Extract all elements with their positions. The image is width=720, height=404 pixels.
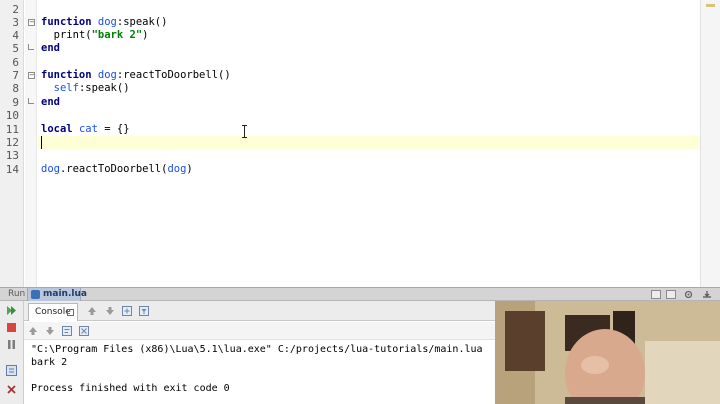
scroll-down-icon[interactable] bbox=[44, 325, 56, 337]
code-line[interactable]: local cat = {} bbox=[41, 123, 130, 136]
code-text: .reactToDoorbell( bbox=[59, 163, 168, 175]
keyword: function bbox=[41, 16, 92, 28]
line-number: 3 bbox=[12, 16, 19, 29]
line-number: 2 bbox=[12, 3, 19, 16]
line-number: 7 bbox=[12, 69, 19, 82]
self-keyword: self bbox=[53, 82, 79, 94]
down-arrow-icon[interactable] bbox=[104, 305, 116, 317]
line-number: 6 bbox=[12, 56, 19, 69]
code-line[interactable]: self:speak() bbox=[41, 82, 130, 95]
console-subtoolbar bbox=[24, 322, 495, 340]
close-icon[interactable] bbox=[5, 383, 18, 396]
console-output-line: bark 2 bbox=[31, 357, 68, 368]
code-line[interactable]: function dog:speak() bbox=[41, 16, 167, 29]
webcam-person-shirt bbox=[565, 397, 645, 404]
fold-end-icon[interactable] bbox=[28, 98, 34, 104]
run-toolbar bbox=[0, 301, 24, 404]
line-number: 9 bbox=[12, 96, 19, 109]
current-line-highlight bbox=[38, 136, 700, 149]
code-text: :reactToDoorbell() bbox=[116, 69, 231, 81]
identifier: dog bbox=[97, 69, 117, 81]
tab-console[interactable]: Console bbox=[28, 303, 78, 321]
print-icon[interactable] bbox=[78, 325, 90, 337]
webcam-shelf bbox=[505, 311, 545, 371]
settings-icon[interactable] bbox=[5, 364, 18, 377]
tab-console-label: Console bbox=[35, 307, 71, 317]
line-number-gutter: 2 3 4 5 6 7 8 9 10 11 12 13 14 bbox=[0, 0, 24, 287]
run-config-tab-label: main.lua bbox=[43, 289, 87, 299]
up-arrow-icon[interactable] bbox=[86, 305, 98, 317]
run-config-tab[interactable]: main.lua bbox=[27, 288, 87, 301]
line-number: 5 bbox=[12, 42, 19, 55]
console-output-line: "C:\Program Files (x86)\Lua\5.1\lua.exe"… bbox=[31, 344, 483, 355]
line-number: 14 bbox=[5, 163, 19, 176]
code-editor[interactable]: 2 3 4 5 6 7 8 9 10 11 12 13 14 − − funct… bbox=[0, 0, 720, 287]
soft-wrap-icon[interactable] bbox=[61, 325, 73, 337]
scroll-up-icon[interactable] bbox=[27, 325, 39, 337]
console-panel: Console "C:\Program Files (x86)\Lua\5.1\… bbox=[24, 301, 495, 404]
stop-icon[interactable] bbox=[5, 321, 18, 334]
pin-icon[interactable] bbox=[67, 309, 74, 316]
code-text: ) bbox=[142, 29, 149, 41]
panel-layout-icon[interactable] bbox=[666, 290, 676, 299]
keyword: end bbox=[41, 96, 60, 108]
code-line[interactable]: print("bark 2") bbox=[41, 29, 149, 42]
console-tab-strip: Console bbox=[24, 301, 495, 321]
console-output-line: Process finished with exit code 0 bbox=[31, 383, 230, 394]
keyword: end bbox=[41, 42, 60, 54]
code-line[interactable]: end bbox=[41, 42, 60, 55]
identifier: cat bbox=[78, 123, 98, 135]
pause-icon[interactable] bbox=[5, 338, 18, 351]
line-number: 12 bbox=[5, 136, 19, 149]
filter-icon[interactable] bbox=[138, 305, 150, 317]
code-text: :speak() bbox=[78, 82, 130, 94]
hide-panel-icon[interactable] bbox=[702, 290, 712, 299]
fold-end-icon[interactable] bbox=[28, 44, 34, 50]
export-icon[interactable] bbox=[121, 305, 133, 317]
webcam-background bbox=[645, 341, 720, 404]
line-number: 10 bbox=[5, 109, 19, 122]
run-panel-label: Run bbox=[8, 289, 26, 299]
webcam-person-face bbox=[581, 356, 609, 374]
identifier: dog bbox=[167, 163, 187, 175]
webcam-overlay bbox=[495, 301, 720, 404]
text-caret bbox=[41, 136, 42, 149]
line-number: 4 bbox=[12, 29, 19, 42]
string-literal: "bark 2" bbox=[91, 29, 143, 41]
line-number: 8 bbox=[12, 82, 19, 95]
code-line[interactable]: function dog:reactToDoorbell() bbox=[41, 69, 231, 82]
keyword: function bbox=[41, 69, 92, 81]
fold-collapse-icon[interactable]: − bbox=[28, 72, 35, 79]
line-number: 13 bbox=[5, 149, 19, 162]
gear-icon[interactable] bbox=[684, 290, 693, 299]
lua-file-icon bbox=[31, 290, 40, 299]
identifier: dog bbox=[41, 163, 60, 175]
error-stripe[interactable] bbox=[700, 0, 720, 287]
fold-collapse-icon[interactable]: − bbox=[28, 19, 35, 26]
code-text: :speak() bbox=[116, 16, 168, 28]
keyword: local bbox=[41, 123, 73, 135]
line-number: 11 bbox=[5, 123, 19, 136]
code-text: ) bbox=[186, 163, 193, 175]
code-text: = {} bbox=[97, 123, 130, 135]
code-line[interactable]: end bbox=[41, 96, 60, 109]
code-line[interactable]: dog.reactToDoorbell(dog) bbox=[41, 163, 193, 176]
identifier: dog bbox=[97, 16, 117, 28]
run-panel-header: Run main.lua bbox=[0, 287, 720, 301]
rerun-icon[interactable] bbox=[5, 304, 18, 317]
code-text: print( bbox=[53, 29, 92, 41]
warning-marker[interactable] bbox=[706, 4, 715, 7]
panel-settings-icon[interactable] bbox=[651, 290, 661, 299]
ibeam-cursor-icon bbox=[242, 125, 247, 138]
